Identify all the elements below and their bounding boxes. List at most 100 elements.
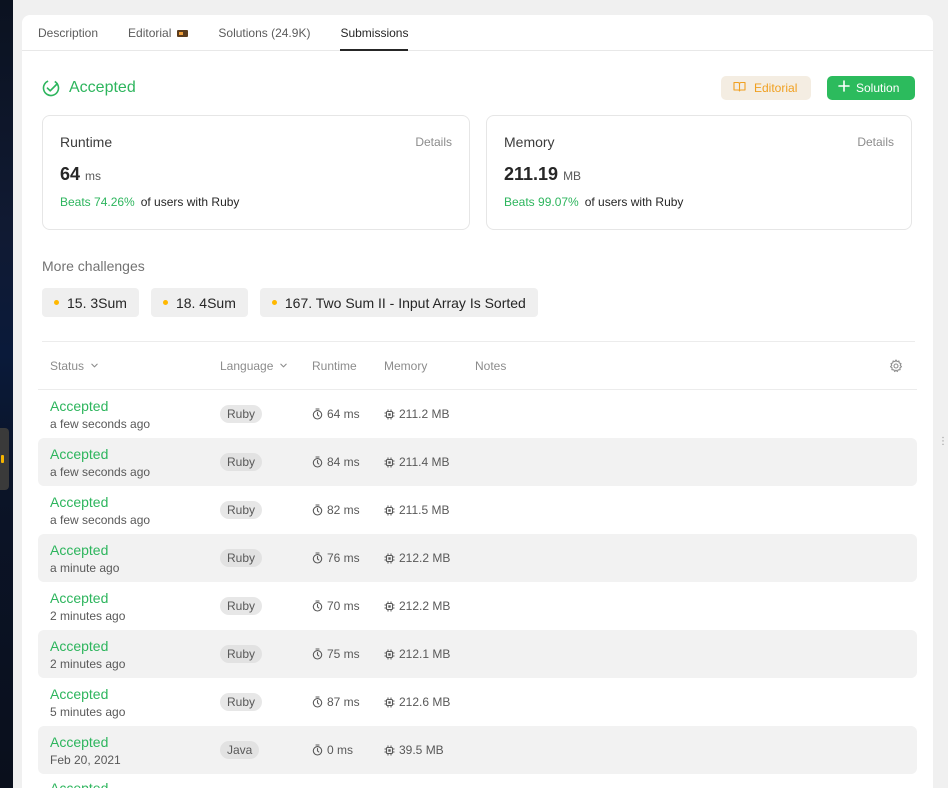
plus-icon — [838, 80, 850, 95]
memory-beats: Beats 99.07% of users with Ruby — [504, 195, 894, 209]
right-resize-gutter[interactable]: ⋮ — [936, 0, 948, 788]
submission-time: a minute ago — [50, 560, 120, 575]
tab-editorial[interactable]: Editorial — [128, 26, 189, 50]
table-row[interactable]: Accepted 2 minutes ago Ruby 70 ms 212.2 MB — [38, 582, 917, 630]
memory-unit: MB — [563, 169, 582, 183]
memory-label: Memory — [504, 134, 555, 150]
memory-chip-icon — [384, 553, 395, 564]
editorial-button[interactable]: Editorial — [721, 75, 811, 100]
memory-cell: 212.2 MB — [384, 599, 475, 613]
stats-row: Runtime Details 64 ms Beats 74.26% of use… — [42, 115, 913, 230]
status-column-header[interactable]: Status — [50, 359, 220, 373]
language-cell: Ruby — [220, 453, 312, 471]
editorial-button-label: Editorial — [754, 80, 798, 95]
submission-status-link[interactable]: Accepted — [50, 542, 220, 558]
runtime-cell: 70 ms — [312, 599, 384, 613]
tab-bar: Description Editorial Solutions (24.9K) … — [22, 15, 933, 51]
drag-handle-icon[interactable]: ⋮ — [938, 437, 948, 447]
language-badge: Ruby — [220, 645, 263, 663]
status-cell: Accepted a few seconds ago — [50, 398, 220, 431]
memory-details-link[interactable]: Details — [857, 135, 894, 149]
table-row[interactable]: Accepted a few seconds ago Ruby 82 ms 211.5 … — [38, 486, 917, 534]
memory-cell: 212.6 MB — [384, 695, 475, 709]
runtime-details-link[interactable]: Details — [415, 135, 452, 149]
runtime-cell: 76 ms — [312, 551, 384, 565]
memory-value-text: 211.2 MB — [399, 407, 450, 421]
memory-card[interactable]: Memory Details 211.19 MB Beats 99.07% of … — [486, 115, 912, 230]
language-cell: Ruby — [220, 645, 312, 663]
submission-content: Accepted Editorial Solution Runtime Deta… — [22, 75, 933, 788]
memory-number: 211.19 — [504, 164, 559, 184]
submission-time: a few seconds ago — [50, 416, 151, 431]
memory-beats-percent: Beats 99.07% — [504, 195, 579, 209]
memory-cell: 39.5 MB — [384, 743, 475, 757]
timer-icon — [312, 648, 323, 660]
tab-solutions[interactable]: Solutions (24.9K) — [218, 26, 310, 50]
table-row-partial[interactable]: Accepted — [38, 774, 917, 788]
memory-column-header: Memory — [384, 359, 475, 373]
more-challenges-title: More challenges — [42, 258, 145, 274]
runtime-value-text: 84 ms — [327, 455, 360, 469]
runtime-value-text: 82 ms — [327, 503, 360, 517]
submission-status-link[interactable]: Accepted — [50, 446, 220, 462]
runtime-label: Runtime — [60, 134, 113, 150]
challenge-chip[interactable]: 15. 3Sum — [42, 288, 139, 317]
submission-status-link[interactable]: Accepted — [50, 638, 220, 654]
status-cell: Accepted 5 minutes ago — [50, 686, 220, 719]
submission-status-link[interactable]: Accepted — [50, 590, 220, 606]
status-cell: Accepted a few seconds ago — [50, 446, 220, 479]
challenge-chip[interactable]: 167. Two Sum II - Input Array Is Sorted — [259, 288, 538, 317]
partial-row-status: Accepted — [50, 780, 109, 788]
table-row[interactable]: Accepted a few seconds ago Ruby 64 ms 211.2 … — [38, 390, 917, 438]
submission-status-link[interactable]: Accepted — [50, 494, 220, 510]
runtime-cell: 75 ms — [312, 647, 384, 661]
table-row[interactable]: Accepted 2 minutes ago Ruby 75 ms 212.1 MB — [38, 630, 917, 678]
table-row[interactable]: Accepted 5 minutes ago Ruby 87 ms 212.6 MB — [38, 678, 917, 726]
submission-time: Feb 20, 2021 — [50, 752, 121, 767]
table-body: Accepted a few seconds ago Ruby 64 ms 211.2 … — [38, 390, 917, 774]
submission-status-link[interactable]: Accepted — [50, 734, 220, 750]
left-panel-handle[interactable] — [0, 428, 9, 490]
memory-chip-icon — [384, 697, 395, 708]
add-solution-button[interactable]: Solution — [827, 75, 915, 100]
table-row[interactable]: Accepted a minute ago Ruby 76 ms 212.2 MB — [38, 534, 917, 582]
memory-value-text: 211.4 MB — [399, 455, 450, 469]
result-status: Accepted — [42, 79, 136, 97]
runtime-unit: ms — [85, 169, 102, 183]
memory-cell: 212.1 MB — [384, 647, 475, 661]
language-badge: Ruby — [220, 693, 263, 711]
memory-cell: 211.2 MB — [384, 407, 475, 421]
challenge-chip[interactable]: 18. 4Sum — [150, 288, 248, 317]
notes-column-header: Notes — [475, 359, 506, 373]
memory-chip-icon — [384, 505, 395, 516]
chevron-down-icon — [91, 363, 98, 368]
tab-solutions-label: Solutions (24.9K) — [218, 26, 311, 40]
runtime-cell: 84 ms — [312, 455, 384, 469]
status-cell: Accepted 2 minutes ago — [50, 590, 220, 623]
memory-value-text: 212.2 MB — [399, 551, 451, 565]
submission-status-link[interactable]: Accepted — [50, 686, 220, 702]
chevron-down-icon — [280, 363, 288, 368]
table-row[interactable]: Accepted Feb 20, 2021 Java 0 ms 39.5 MB — [38, 726, 917, 774]
runtime-cell: 87 ms — [312, 695, 384, 709]
memory-chip-icon — [384, 745, 395, 756]
tab-description[interactable]: Description — [38, 26, 98, 50]
table-row[interactable]: Accepted a few seconds ago Ruby 84 ms 211.4 … — [38, 438, 917, 486]
runtime-column-header: Runtime — [312, 359, 384, 373]
submissions-table: Status Language Runtime Memory Notes Acc… — [38, 342, 917, 788]
runtime-card[interactable]: Runtime Details 64 ms Beats 74.26% of use… — [42, 115, 470, 230]
runtime-header-label: Runtime — [312, 358, 357, 373]
check-circle-icon — [42, 79, 60, 97]
gear-icon[interactable] — [889, 359, 903, 373]
tab-submissions[interactable]: Submissions — [340, 26, 409, 51]
submission-time: 5 minutes ago — [50, 704, 126, 719]
language-column-header[interactable]: Language — [220, 359, 312, 373]
timer-icon — [312, 504, 323, 516]
runtime-value-text: 64 ms — [327, 407, 360, 421]
submission-time: a few seconds ago — [50, 464, 151, 479]
runtime-beats-percent: Beats 74.26% — [60, 195, 135, 209]
timer-icon — [312, 744, 323, 756]
book-icon — [733, 81, 746, 95]
submission-status-link[interactable]: Accepted — [50, 398, 220, 414]
status-header-label: Status — [50, 358, 85, 373]
